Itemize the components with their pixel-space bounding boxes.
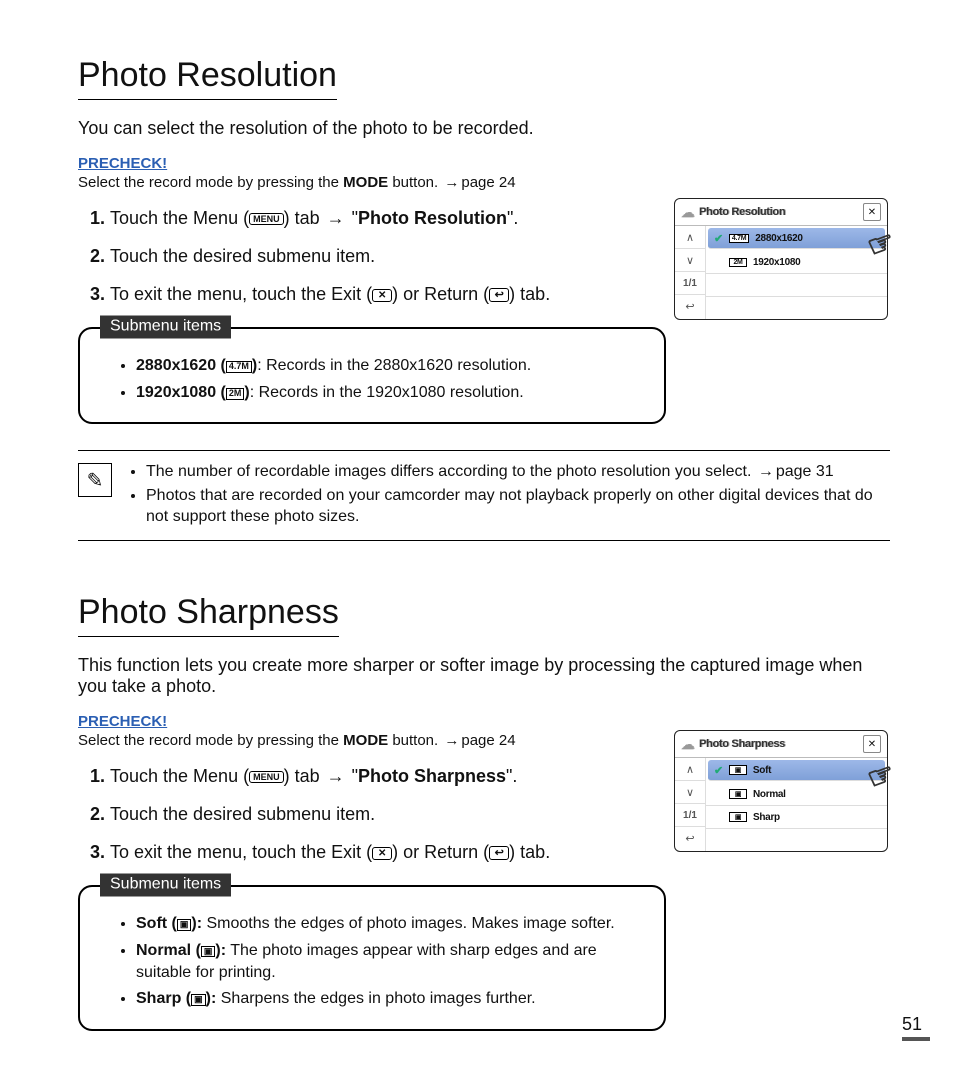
panel-title: Photo Sharpness — [681, 738, 863, 750]
menu-icon: MENU — [249, 213, 284, 225]
note-block: ✎ The number of recordable images differ… — [78, 450, 890, 541]
arrow-icon — [442, 174, 461, 191]
sharp-icon: ▣ — [729, 765, 747, 775]
submenu-item: 1920x1080 (2M): Records in the 1920x1080… — [136, 382, 642, 404]
section-title-resolution: Photo Resolution — [78, 56, 337, 100]
submenu-item: 2880x1620 (4.7M): Records in the 2880x16… — [136, 355, 642, 377]
exit-icon — [372, 289, 392, 302]
list-item[interactable]: ✔ 4.7M 2880x1620 — [708, 228, 885, 249]
close-icon[interactable]: ✕ — [863, 203, 881, 221]
res-icon: 4.7M — [729, 234, 749, 243]
sharp-icon: ▣ — [729, 789, 747, 799]
list-item[interactable]: ✔ ▣ Soft — [708, 760, 885, 781]
scroll-down-button[interactable]: ∨ — [675, 249, 705, 272]
precheck-label: PRECHECK! — [78, 713, 890, 730]
panel-title: Photo Resolution — [681, 206, 863, 218]
submenu-tab: Submenu items — [100, 874, 231, 897]
check-icon: ✔ — [714, 764, 723, 777]
step-2: Touch the desired submenu item. — [110, 801, 670, 827]
return-icon — [489, 846, 509, 860]
res-icon: 4.7M — [226, 361, 252, 373]
submenu-item: Soft (▣): Smooths the edges of photo ima… — [136, 913, 642, 935]
submenu-tab: Submenu items — [100, 316, 231, 339]
step-3: To exit the menu, touch the Exit () or R… — [110, 281, 670, 307]
arrow-icon — [756, 463, 776, 480]
step-3: To exit the menu, touch the Exit () or R… — [110, 839, 670, 865]
list-item[interactable]: ▣ Normal — [706, 783, 887, 806]
list-item[interactable]: ▣ Sharp — [706, 806, 887, 829]
section-title-sharpness: Photo Sharpness — [78, 593, 339, 637]
device-screenshot-sharpness: Photo Sharpness ✕ ∧ ∨ 1/1 ↩ ✔ ▣ Soft ▣ N… — [674, 730, 888, 852]
sharp-icon: ▣ — [191, 994, 206, 1006]
res-icon: 2M — [226, 388, 245, 400]
note-item: Photos that are recorded on your camcord… — [146, 485, 890, 528]
submenu-item: Normal (▣): The photo images appear with… — [136, 940, 642, 985]
exit-icon — [372, 847, 392, 860]
device-screenshot-resolution: Photo Resolution ✕ ∧ ∨ 1/1 ↩ ✔ 4.7M 2880… — [674, 198, 888, 320]
sharp-icon: ▣ — [729, 812, 747, 822]
note-item: The number of recordable images differs … — [146, 461, 890, 483]
list-item-empty — [706, 274, 887, 297]
page-number: 51 — [902, 1014, 930, 1041]
precheck-label: PRECHECK! — [78, 155, 890, 172]
close-icon[interactable]: ✕ — [863, 735, 881, 753]
sharp-icon: ▣ — [201, 946, 216, 958]
list-item-empty — [706, 829, 887, 851]
arrow-icon — [325, 208, 347, 228]
step-1: Touch the Menu (MENU) tab "Photo Sharpne… — [110, 763, 670, 789]
step-1: Touch the Menu (MENU) tab "Photo Resolut… — [110, 205, 670, 231]
menu-icon: MENU — [249, 771, 284, 783]
return-button[interactable]: ↩ — [675, 827, 705, 849]
scroll-up-button[interactable]: ∧ — [675, 758, 705, 781]
arrow-icon — [442, 732, 461, 749]
sharp-icon: ▣ — [177, 919, 192, 931]
scroll-up-button[interactable]: ∧ — [675, 226, 705, 249]
res-icon: 2M — [729, 258, 747, 267]
page-indicator: 1/1 — [675, 804, 705, 827]
submenu-item: Sharp (▣): Sharpens the edges in photo i… — [136, 988, 642, 1010]
steps-list: Touch the Menu (MENU) tab "Photo Sharpne… — [78, 763, 670, 865]
step-2: Touch the desired submenu item. — [110, 243, 670, 269]
intro-text: This function lets you create more sharp… — [78, 655, 890, 697]
return-button[interactable]: ↩ — [675, 295, 705, 317]
list-item-empty — [706, 297, 887, 319]
intro-text: You can select the resolution of the pho… — [78, 118, 890, 139]
list-item[interactable]: 2M 1920x1080 — [706, 251, 887, 274]
check-icon: ✔ — [714, 232, 723, 245]
submenu-box: Submenu items 2880x1620 (4.7M): Records … — [78, 327, 666, 424]
return-icon — [489, 288, 509, 302]
note-icon: ✎ — [78, 463, 112, 497]
page-indicator: 1/1 — [675, 272, 705, 295]
arrow-icon — [325, 766, 347, 786]
submenu-box: Submenu items Soft (▣): Smooths the edge… — [78, 885, 666, 1031]
precheck-text: Select the record mode by pressing the M… — [78, 174, 890, 191]
steps-list: Touch the Menu (MENU) tab "Photo Resolut… — [78, 205, 670, 307]
scroll-down-button[interactable]: ∨ — [675, 781, 705, 804]
